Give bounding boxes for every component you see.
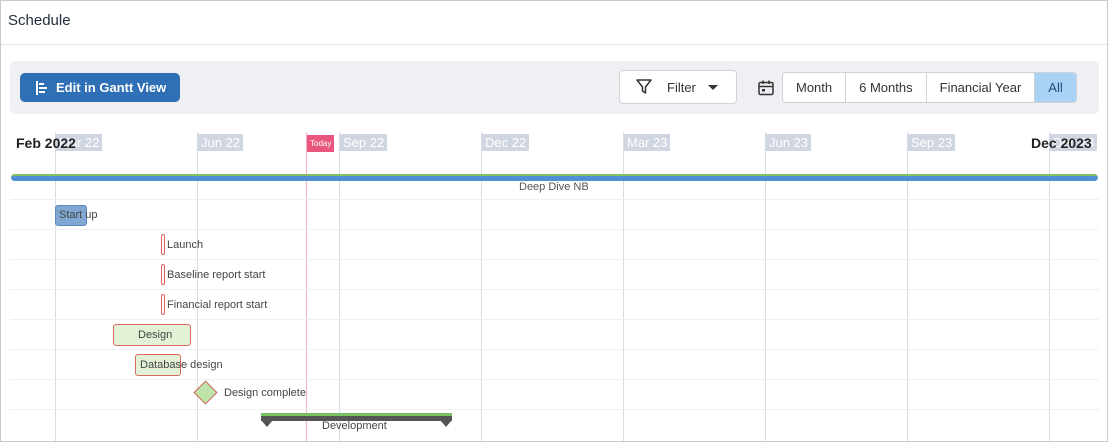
- row-divider: [10, 199, 1099, 200]
- range-month-button[interactable]: Month: [783, 73, 847, 102]
- timeline-tick: Sep 23: [908, 134, 956, 151]
- timeline-start-label: Feb 2022: [16, 135, 76, 151]
- panel-header: Schedule: [1, 1, 1107, 45]
- range-financial-year-button[interactable]: Financial Year: [927, 73, 1036, 102]
- row-divider: [10, 259, 1099, 260]
- task-label-financial: Financial report start: [167, 299, 268, 311]
- row-divider: [10, 229, 1099, 230]
- timeline-tick: Jun 23: [766, 134, 812, 151]
- timeline-tick: Jun 22: [198, 134, 244, 151]
- chevron-down-icon: [707, 84, 718, 90]
- timeline-tick: Sep 22: [340, 134, 388, 151]
- timeline-end-label: Dec 2023: [1031, 135, 1092, 151]
- schedule-panel: Schedule Edit in Gantt View Filter Month…: [0, 0, 1108, 442]
- task-label-launch: Launch: [167, 239, 204, 251]
- timeline-tick: Dec 22: [482, 134, 530, 151]
- project-summary-bar[interactable]: [11, 174, 1098, 181]
- page-title: Schedule: [8, 12, 71, 29]
- task-label-design: Design: [138, 329, 173, 341]
- filter-icon: [635, 78, 653, 96]
- task-label-development: Development: [322, 420, 387, 432]
- calendar-icon: [757, 79, 775, 97]
- gantt-toolbar: Edit in Gantt View Filter Month 6 Months: [10, 61, 1099, 114]
- milestone-baseline-report-start[interactable]: [161, 264, 165, 285]
- milestone-launch[interactable]: [161, 234, 165, 255]
- filter-label: Filter: [667, 79, 696, 95]
- gantt-chart: Mar 22 Jun 22 Sep 22 Dec 22 Mar 23 Jun 2…: [10, 129, 1099, 441]
- milestone-financial-report-start[interactable]: [161, 294, 165, 315]
- edit-in-gantt-view-button[interactable]: Edit in Gantt View: [20, 73, 180, 102]
- date-range-selector: Month 6 Months Financial Year All: [782, 72, 1077, 103]
- gantt-icon: [36, 80, 48, 95]
- row-divider: [10, 349, 1099, 350]
- row-divider: [10, 319, 1099, 320]
- row-divider: [10, 409, 1099, 410]
- task-label-startup: Start up: [59, 209, 98, 221]
- task-label-database: Database design: [140, 359, 223, 371]
- project-label: Deep Dive NB: [519, 181, 589, 193]
- row-divider: [10, 289, 1099, 290]
- filter-dropdown[interactable]: Filter: [619, 70, 737, 104]
- range-6-months-button[interactable]: 6 Months: [846, 73, 927, 102]
- range-all-button[interactable]: All: [1035, 73, 1076, 102]
- today-badge: Today: [307, 135, 335, 152]
- timeline-tick: Mar 23: [624, 134, 671, 151]
- row-divider: [10, 379, 1099, 380]
- edit-button-label: Edit in Gantt View: [56, 80, 167, 95]
- task-label-design-complete: Design complete: [224, 387, 306, 399]
- task-label-baseline: Baseline report start: [167, 269, 266, 281]
